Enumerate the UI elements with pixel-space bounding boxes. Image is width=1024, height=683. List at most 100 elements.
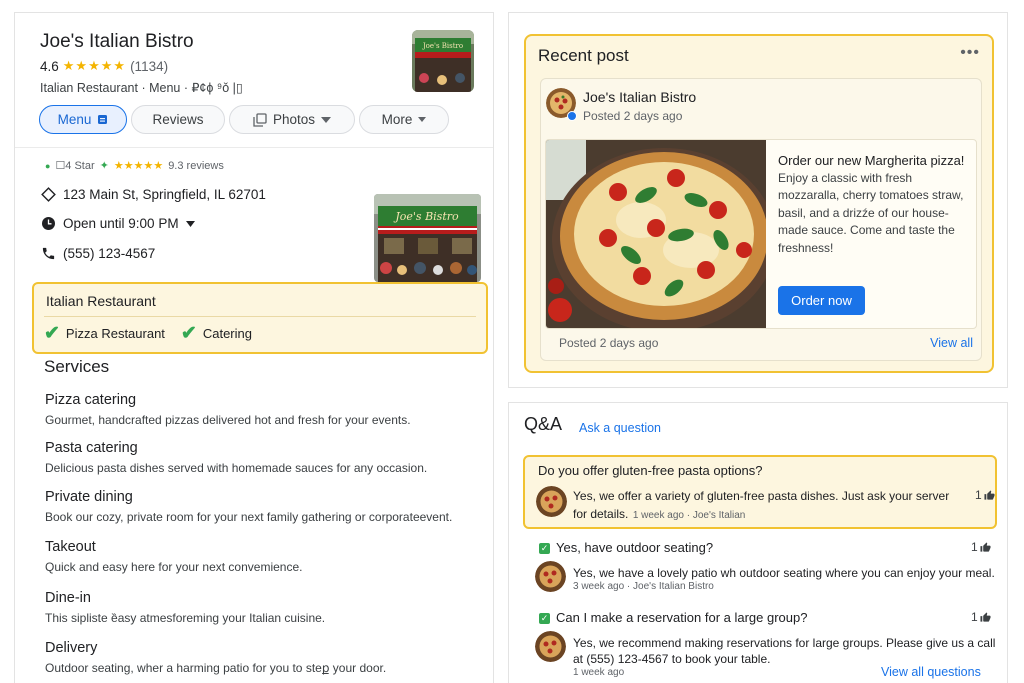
service-name: Takeout [45, 539, 96, 555]
tab-menu-label: Menu [57, 112, 92, 127]
service-desc: Book our cozy, private room for your nex… [45, 510, 453, 524]
profile-tabs: Menu Reviews Photos More [39, 105, 449, 134]
divider [15, 147, 493, 148]
service-item: Private dining Book our cozy, private ro… [45, 489, 485, 524]
service-name: Dine-in [45, 590, 91, 606]
helpful-button[interactable]: 1 [975, 488, 995, 502]
service-item: Takeout Quick and easy here for your nex… [45, 539, 485, 574]
check-icon: ✓ [539, 613, 550, 624]
service-desc: Quick and easy here for your next convem… [45, 560, 303, 574]
helpful-button[interactable]: 1 [971, 610, 991, 624]
tab-reviews-label: Reviews [152, 112, 204, 127]
thumbs-up-icon [980, 541, 991, 552]
hours-row[interactable]: Open until 9:00 PM [41, 216, 195, 231]
service-name: Pasta catering [45, 440, 138, 456]
answer: Yes, we offer a variety of gluten-free p… [573, 487, 958, 523]
verified-badge-icon [567, 111, 577, 121]
answer: Yes, we have a lovely patio wh outdoor s… [573, 565, 1003, 592]
chevron-down-icon [185, 220, 195, 227]
address-row[interactable]: 123 Main St, Springfield, IL 62701 [41, 187, 266, 202]
service-desc: Gourmet, handcrafted pizzas delivered ho… [45, 413, 411, 427]
order-now-button[interactable]: Order now [778, 286, 865, 315]
view-all-link[interactable]: View all [930, 336, 973, 350]
svg-text:Joe's Bistro: Joe's Bistro [422, 42, 463, 50]
tab-reviews[interactable]: Reviews [131, 105, 225, 134]
category-tag: Catering [202, 326, 252, 341]
meta-row: ● ☐4 Star ✦ ★★★★★ 9.3 reviews [45, 159, 224, 173]
post-time: Posted 2 days ago [583, 109, 683, 123]
address-text: 123 Main St, Springfield, IL 62701 [63, 187, 266, 202]
business-profile-panel: Joe's Italian Bistro 4.6 ★★★★★ (1134) It… [14, 12, 494, 683]
rating-value: 4.6 [40, 58, 59, 74]
right-column: Recent post ••• Joe's Italian Bistro Pos… [508, 12, 1008, 683]
directions-diamond-icon [41, 187, 56, 202]
phone-row[interactable]: (555) 123-4567 [41, 246, 155, 261]
category-highlight-box: Italian Restaurant ✔ Pizza Restaurant ✔ … [32, 282, 488, 354]
tab-menu[interactable]: Menu [39, 105, 127, 134]
service-desc: Delicious pasta dishes served with homem… [45, 461, 428, 475]
service-name: Delivery [45, 640, 98, 656]
service-name: Pizza catering [45, 392, 137, 408]
hours-text: Open until 9:00 PM [63, 216, 179, 231]
question-row[interactable]: ✓ Yes, have outdoor seating? [539, 539, 713, 557]
clock-icon [42, 217, 55, 230]
answer-text: Yes, we have a lovely patio wh outdoor s… [573, 566, 995, 580]
divider [44, 316, 476, 317]
svg-text:Joe's Bistro: Joe's Bistro [393, 210, 459, 223]
question-text: Can I make a reservation for a large gro… [556, 610, 808, 625]
tab-photos[interactable]: Photos [229, 105, 355, 134]
service-item: Dine-in This sipliste ȅasy atmesforeming… [45, 590, 485, 625]
post-container: Joe's Italian Bistro Posted 2 days ago O… [540, 78, 982, 361]
checkmark-icon: ✔ [44, 323, 60, 344]
pizza-image[interactable] [546, 140, 776, 328]
ask-question-link[interactable]: Ask a question [579, 421, 661, 435]
chevron-down-icon [321, 116, 332, 123]
meta-reviews: 9.3 reviews [168, 159, 224, 172]
tab-more[interactable]: More [359, 105, 449, 134]
storefront-photo[interactable]: Joe's Bistro [374, 194, 481, 282]
service-desc: This sipliste ȅasy atmesforeming your It… [45, 611, 326, 625]
thumbs-up-icon [984, 489, 995, 500]
service-desc: Outdoor seating, wher a harming patio fo… [45, 661, 387, 675]
meta-stars: ★★★★★ [113, 160, 164, 172]
recent-post-card: Recent post ••• Joe's Italian Bistro Pos… [524, 34, 994, 373]
post-footer-time: Posted 2 days ago [559, 336, 659, 350]
rating-stars: ★★★★★ [62, 58, 127, 73]
qa-title: Q&A [524, 414, 563, 434]
helpful-button[interactable]: 1 [971, 540, 991, 554]
answer-meta: 1 week ago · Joe's Italian [632, 510, 746, 521]
question-row[interactable]: ✓ Can I make a reservation for a large gr… [539, 609, 807, 627]
review-count[interactable]: (1134) [130, 59, 168, 74]
rating-row[interactable]: 4.6 ★★★★★ (1134) [40, 58, 168, 74]
sparkle-icon: ✦ [99, 160, 109, 172]
photo-library-icon [253, 112, 267, 127]
storefront-thumbnail[interactable]: Joe's Bistro [412, 30, 474, 92]
category-line: Italian Restaurant · Menu · ₽¢ϕ ⁹ǒ |▯ [40, 81, 243, 95]
view-all-questions-link[interactable]: View all questions [881, 665, 981, 679]
service-item: Pizza catering Gourmet, handcrafted pizz… [45, 392, 485, 427]
like-count: 1 [971, 540, 978, 554]
more-options-icon[interactable]: ••• [960, 44, 980, 62]
like-count: 1 [975, 488, 982, 502]
post-body-text: Enjoy a classic with fresh mozzaralla, c… [778, 170, 964, 255]
phone-icon [42, 247, 55, 260]
qa-highlight-box: Do you offer gluten-free pasta options? … [523, 455, 997, 529]
post-headline: Order our new Margherita pizza! [778, 153, 965, 168]
question-text: Yes, have outdoor seating? [556, 540, 714, 555]
post-author: Joe's Italian Bistro [583, 89, 697, 105]
avatar [536, 486, 567, 517]
tab-more-label: More [381, 112, 413, 127]
meta-star-label: ☐4 Star [55, 160, 95, 172]
avatar [535, 631, 566, 662]
category-tag: Pizza Restaurant [65, 326, 165, 341]
dot-icon: ● [45, 160, 51, 171]
question-text[interactable]: Do you offer gluten-free pasta options? [538, 463, 763, 478]
menu-book-icon [98, 115, 108, 124]
qa-panel: Q&A Ask a question Do you offer gluten-f… [508, 402, 1008, 683]
avatar [535, 561, 566, 592]
like-count: 1 [971, 610, 978, 624]
thumbs-up-icon [980, 611, 991, 622]
service-name: Private dining [45, 489, 133, 505]
post-text: Order our new Margherita pizza! Enjoy a … [778, 152, 974, 257]
category-tags: ✔ Pizza Restaurant ✔ Catering [44, 322, 252, 345]
